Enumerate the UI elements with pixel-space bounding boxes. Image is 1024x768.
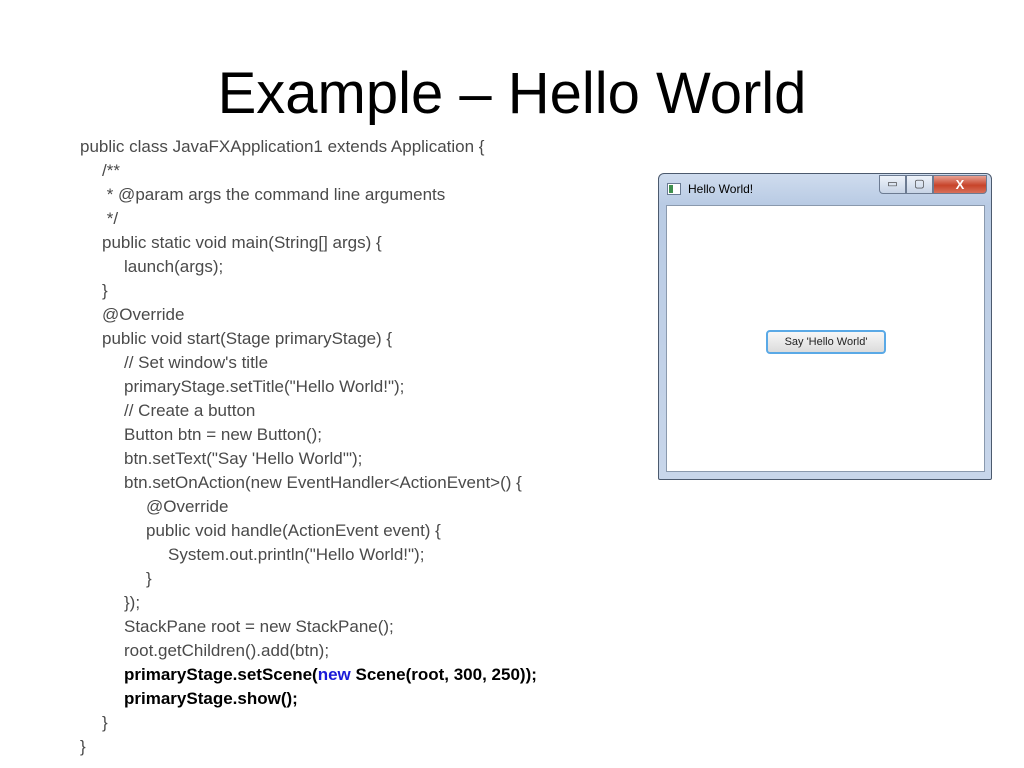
code-line: btn.setOnAction(new EventHandler<ActionE… bbox=[124, 473, 522, 492]
code-line: */ bbox=[102, 209, 119, 228]
code-line: btn.setText("Say 'Hello World'"); bbox=[124, 449, 363, 468]
keyword-new: new bbox=[317, 665, 351, 684]
window-titlebar[interactable]: Hello World! ▭ ▢ X bbox=[659, 174, 991, 204]
code-line: public void handle(ActionEvent event) { bbox=[146, 521, 441, 540]
window-title: Hello World! bbox=[688, 182, 754, 196]
code-line: @Override bbox=[102, 305, 185, 324]
code-line: @Override bbox=[146, 497, 229, 516]
code-line-bold: primaryStage.setScene(new Scene(root, 30… bbox=[124, 665, 537, 684]
code-line: public void start(Stage primaryStage) { bbox=[102, 329, 393, 348]
code-line: /** bbox=[102, 161, 120, 180]
code-line: primaryStage.setTitle("Hello World!"); bbox=[124, 377, 405, 396]
slide-title: Example – Hello World bbox=[217, 61, 807, 126]
hello-world-window: Hello World! ▭ ▢ X Say 'Hello World' bbox=[658, 173, 992, 480]
code-line: Button btn = new Button(); bbox=[124, 425, 322, 444]
code-line: }); bbox=[124, 593, 141, 612]
window-controls: ▭ ▢ X bbox=[879, 175, 987, 195]
code-line: // Create a button bbox=[124, 401, 256, 420]
window-content: Say 'Hello World' bbox=[666, 205, 985, 472]
code-line: } bbox=[146, 569, 152, 588]
code-line-bold: primaryStage.show(); bbox=[124, 689, 298, 708]
application-icon bbox=[667, 183, 681, 195]
say-hello-world-button[interactable]: Say 'Hello World' bbox=[766, 330, 886, 354]
code-line: StackPane root = new StackPane(); bbox=[124, 617, 394, 636]
code-line: launch(args); bbox=[124, 257, 224, 276]
close-icon[interactable]: X bbox=[933, 175, 987, 194]
code-line: } bbox=[102, 281, 108, 300]
code-line: // Set window's title bbox=[124, 353, 269, 372]
code-line: } bbox=[80, 737, 86, 756]
code-line: public static void main(String[] args) { bbox=[102, 233, 382, 252]
code-line: } bbox=[102, 713, 108, 732]
code-line: * @param args the command line arguments bbox=[102, 185, 446, 204]
maximize-icon[interactable]: ▢ bbox=[906, 175, 933, 194]
code-line: public class JavaFXApplication1 extends … bbox=[80, 137, 485, 156]
minimize-icon[interactable]: ▭ bbox=[879, 175, 906, 194]
code-line: root.getChildren().add(btn); bbox=[124, 641, 330, 660]
code-line: System.out.println("Hello World!"); bbox=[168, 545, 425, 564]
